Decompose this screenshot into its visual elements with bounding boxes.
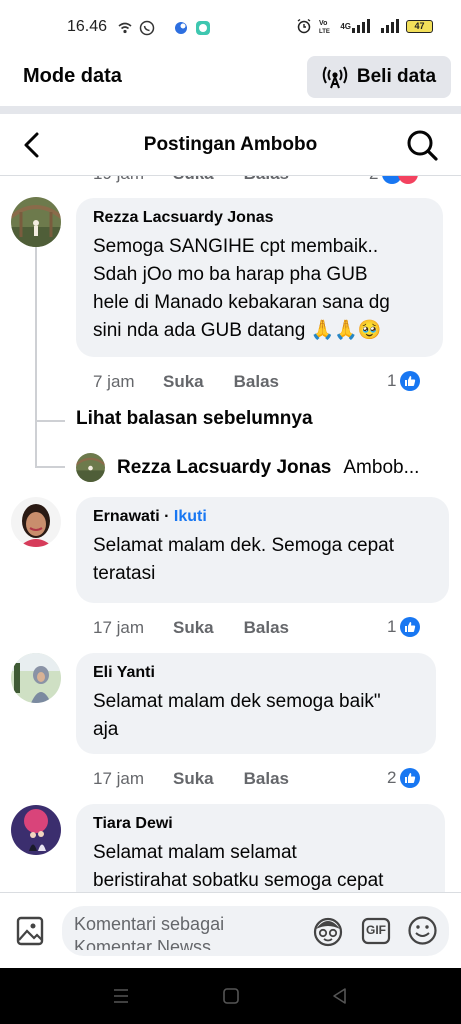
commenter-name[interactable]: Ernawati [93,508,160,525]
comment-text: Selamat malam dek semoga baik" aja [93,691,381,740]
comment-meta-row: 19 jam Suka Balas [93,176,319,184]
comment-feed[interactable]: 19 jam Suka Balas 2 Rezza Lacsuardy Jona… [0,176,461,892]
thread-line [35,466,65,468]
view-previous-replies-link[interactable]: Lihat balasan sebelumnya [76,408,313,430]
emoji-icon[interactable] [407,915,438,946]
like-reaction-icon [400,371,421,391]
thread-line [35,420,65,422]
reaction-summary[interactable]: 1 [387,371,421,391]
like-reaction-icon [400,617,421,637]
comment-time: 17 jam [93,769,145,788]
comment-text: Semoga SANGIHE cpt membaik.. Sdah jOo mo… [93,236,390,341]
reaction-summary[interactable]: 2 [369,176,419,184]
reply-avatar [76,453,105,482]
photo-icon[interactable] [16,916,44,946]
svg-text:Vo: Vo [319,20,327,27]
commenter-name[interactable]: Rezza Lacsuardy Jonas [93,207,427,229]
comment-placeholder-account: Komentar Newss [74,937,212,950]
wifi-calling-icon [118,22,132,34]
alarm-icon [297,18,311,34]
comment-bubble[interactable]: Eli Yanti Selamat malam dek semoga baik"… [76,653,436,754]
comment-placeholder: Komentari sebagai [74,914,225,934]
buy-data-label: Beli data [356,66,437,87]
app-notification-icon [175,22,187,34]
comment-time: 7 jam [93,372,135,391]
gif-button[interactable]: GIF [361,916,391,946]
avatar[interactable] [11,497,61,547]
reaction-count: 2 [387,768,397,787]
reaction-count: 2 [369,176,378,184]
reply-action[interactable]: Balas [234,372,279,392]
data-mode-banner: Mode data Beli data [0,56,461,106]
comment-text: Selamat malam selamat beristirahat sobat… [93,842,384,891]
signal-strength-2-icon [381,19,399,33]
reaction-summary[interactable]: 1 [387,617,421,637]
follow-button[interactable]: Ikuti [174,508,207,525]
avatar[interactable] [11,197,61,247]
comment-bubble[interactable]: Tiara Dewi Selamat malam selamat beristi… [76,804,445,892]
status-time: 16.46 [67,18,108,35]
comment-input[interactable]: Komentari sebagai Komentar Newss GIF [62,906,449,956]
commenter-name-row: Ernawati · Ikuti [93,508,207,525]
search-icon[interactable] [405,128,439,162]
reaction-summary[interactable]: 2 [387,768,421,788]
comment-composer: Komentari sebagai Komentar Newss GIF [0,892,461,968]
comment-meta-row: 17 jam Suka Balas [93,769,319,789]
reaction-count: 1 [387,371,397,390]
comment-time: 17 jam [93,618,145,637]
data-mode-title: Mode data [23,65,122,87]
buy-data-button[interactable]: Beli data [307,56,451,98]
comment-text: Selamat malam dek. Semoga cepat teratasi [93,535,394,584]
avatar[interactable] [11,653,61,703]
signal-strength-icon [352,19,370,33]
like-reaction-icon [400,768,421,788]
avatar[interactable] [11,805,61,855]
page-title: Postingan Ambobo [143,134,318,155]
svg-text:LTE: LTE [319,29,330,34]
system-nav-bar [0,968,461,1024]
love-reaction-icon [398,176,419,184]
like-action[interactable]: Suka [173,769,214,789]
commenter-name[interactable]: Eli Yanti [93,662,420,684]
network-type: 4G [340,21,351,31]
thread-line [35,245,37,467]
avatar-sticker-icon[interactable] [311,915,345,947]
reply-action[interactable]: Balas [244,176,289,184]
reply-snippet: Ambob... [343,456,420,478]
volte-icon: Vo LTE [319,20,330,34]
reply-action[interactable]: Balas [244,769,289,789]
reaction-count: 1 [387,617,397,636]
like-action[interactable]: Suka [173,176,214,184]
comment-time: 19 jam [93,176,173,184]
reply-author: Rezza Lacsuardy Jonas [117,456,332,478]
menu-nav-icon[interactable] [111,986,131,1006]
comment-meta-row: 17 jam Suka Balas [93,618,319,638]
status-bar: 16.46 Vo LTE 4G 47 [0,0,461,56]
whatsapp-icon [139,20,155,36]
app-header: Postingan Ambobo [0,114,461,176]
gif-label: GIF [366,923,386,937]
home-nav-icon[interactable] [221,986,241,1006]
comment-meta-row: 7 jam Suka Balas [93,372,309,392]
reply-action[interactable]: Balas [244,618,289,638]
broadcast-icon [322,66,348,89]
back-nav-icon[interactable] [330,986,350,1006]
comment-bubble[interactable]: Rezza Lacsuardy Jonas Semoga SANGIHE cpt… [76,198,443,357]
reply-preview[interactable]: Rezza Lacsuardy Jonas Ambob... [76,453,446,482]
like-action[interactable]: Suka [163,372,204,392]
like-action[interactable]: Suka [173,618,214,638]
banner-divider [0,106,461,114]
commenter-name[interactable]: Tiara Dewi [93,813,429,835]
chat-notification-icon [196,21,210,35]
comment-bubble[interactable]: Ernawati · Ikuti Selamat malam dek. Semo… [76,497,449,603]
battery-indicator: 47 [406,19,433,33]
